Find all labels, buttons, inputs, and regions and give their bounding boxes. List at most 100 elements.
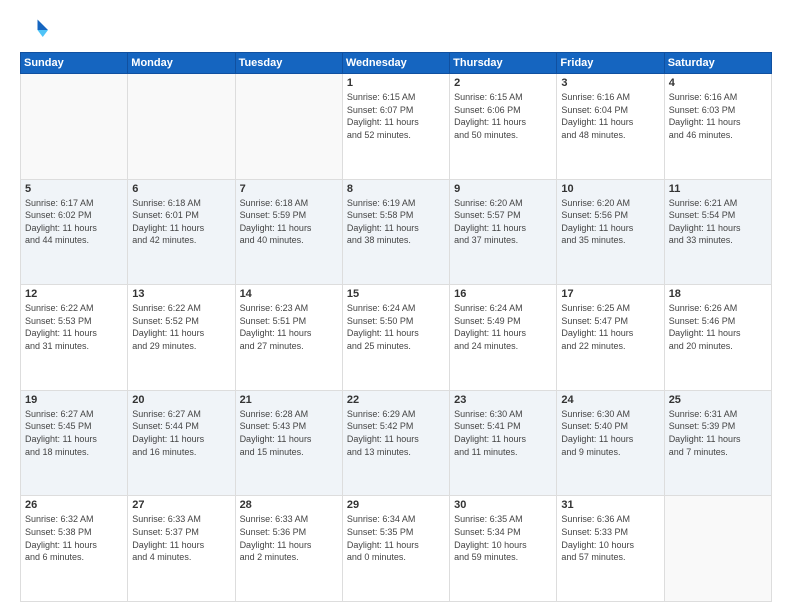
- day-info: Sunrise: 6:21 AM Sunset: 5:54 PM Dayligh…: [669, 197, 767, 247]
- day-cell: 5Sunrise: 6:17 AM Sunset: 6:02 PM Daylig…: [21, 179, 128, 285]
- day-info: Sunrise: 6:35 AM Sunset: 5:34 PM Dayligh…: [454, 513, 552, 563]
- day-cell: 14 Sunrise: 6:23 AM Sunset: 5:51 PM Dayli…: [235, 285, 342, 391]
- day-cell: 11 Sunrise: 6:21 AM Sunset: 5:54 PM Dayli…: [664, 179, 771, 285]
- day-cell: 30 Sunrise: 6:35 AM Sunset: 5:34 PM Dayli…: [450, 496, 557, 602]
- day-cell: 23Sunrise: 6:30 AM Sunset: 5:41 PM Dayli…: [450, 390, 557, 496]
- day-cell: 4 Sunrise: 6:16 AM Sunset: 6:03 PM Daylig…: [664, 74, 771, 180]
- day-info: Sunrise: 6:20 AM Sunset: 5:56 PM Dayligh…: [561, 197, 659, 247]
- day-number: 17: [561, 288, 659, 300]
- day-info: Sunrise: 6:30 AM Sunset: 5:40 PM Dayligh…: [561, 408, 659, 458]
- day-number: 24: [561, 394, 659, 406]
- day-info: Sunrise: 6:28 AM Sunset: 5:43 PM Dayligh…: [240, 408, 338, 458]
- day-info: Sunrise: 6:18 AM Sunset: 6:01 PM Dayligh…: [132, 197, 230, 247]
- day-cell: 9 Sunrise: 6:20 AM Sunset: 5:57 PM Daylig…: [450, 179, 557, 285]
- day-info: Sunrise: 6:30 AM Sunset: 5:41 PM Dayligh…: [454, 408, 552, 458]
- logo-icon: [20, 16, 48, 44]
- day-number: 6: [132, 183, 230, 195]
- day-number: 30: [454, 499, 552, 511]
- day-cell: [128, 74, 235, 180]
- day-number: 1: [347, 77, 445, 89]
- day-number: 26: [25, 499, 123, 511]
- day-number: 2: [454, 77, 552, 89]
- day-cell: 26 Sunrise: 6:32 AM Sunset: 5:38 PM Dayli…: [21, 496, 128, 602]
- day-number: 13: [132, 288, 230, 300]
- day-info: Sunrise: 6:20 AM Sunset: 5:57 PM Dayligh…: [454, 197, 552, 247]
- weekday-header-thursday: Thursday: [450, 53, 557, 74]
- day-cell: 10 Sunrise: 6:20 AM Sunset: 5:56 PM Dayli…: [557, 179, 664, 285]
- day-info: Sunrise: 6:18 AM Sunset: 5:59 PM Dayligh…: [240, 197, 338, 247]
- week-row-3: 12 Sunrise: 6:22 AM Sunset: 5:53 PM Dayli…: [21, 285, 772, 391]
- day-number: 21: [240, 394, 338, 406]
- day-cell: [21, 74, 128, 180]
- day-cell: 17 Sunrise: 6:25 AM Sunset: 5:47 PM Dayli…: [557, 285, 664, 391]
- day-cell: [664, 496, 771, 602]
- day-number: 15: [347, 288, 445, 300]
- day-cell: 19Sunrise: 6:27 AM Sunset: 5:45 PM Dayli…: [21, 390, 128, 496]
- day-cell: 3Sunrise: 6:16 AM Sunset: 6:04 PM Daylig…: [557, 74, 664, 180]
- day-info: Sunrise: 6:23 AM Sunset: 5:51 PM Dayligh…: [240, 302, 338, 352]
- page: SundayMondayTuesdayWednesdayThursdayFrid…: [0, 0, 792, 612]
- day-info: Sunrise: 6:27 AM Sunset: 5:44 PM Dayligh…: [132, 408, 230, 458]
- day-cell: 7 Sunrise: 6:18 AM Sunset: 5:59 PM Daylig…: [235, 179, 342, 285]
- day-cell: 24 Sunrise: 6:30 AM Sunset: 5:40 PM Dayli…: [557, 390, 664, 496]
- day-info: Sunrise: 6:25 AM Sunset: 5:47 PM Dayligh…: [561, 302, 659, 352]
- header: [20, 16, 772, 44]
- weekday-header-friday: Friday: [557, 53, 664, 74]
- day-cell: 27 Sunrise: 6:33 AM Sunset: 5:37 PM Dayli…: [128, 496, 235, 602]
- day-info: Sunrise: 6:15 AM Sunset: 6:07 PM Dayligh…: [347, 91, 445, 141]
- day-info: Sunrise: 6:22 AM Sunset: 5:52 PM Dayligh…: [132, 302, 230, 352]
- calendar-table: SundayMondayTuesdayWednesdayThursdayFrid…: [20, 52, 772, 602]
- day-number: 31: [561, 499, 659, 511]
- day-cell: 16Sunrise: 6:24 AM Sunset: 5:49 PM Dayli…: [450, 285, 557, 391]
- weekday-header-wednesday: Wednesday: [342, 53, 449, 74]
- day-info: Sunrise: 6:33 AM Sunset: 5:37 PM Dayligh…: [132, 513, 230, 563]
- day-number: 4: [669, 77, 767, 89]
- weekday-header-sunday: Sunday: [21, 53, 128, 74]
- day-number: 10: [561, 183, 659, 195]
- day-number: 29: [347, 499, 445, 511]
- weekday-header-monday: Monday: [128, 53, 235, 74]
- day-cell: 8 Sunrise: 6:19 AM Sunset: 5:58 PM Daylig…: [342, 179, 449, 285]
- day-info: Sunrise: 6:16 AM Sunset: 6:03 PM Dayligh…: [669, 91, 767, 141]
- day-cell: 18 Sunrise: 6:26 AM Sunset: 5:46 PM Dayli…: [664, 285, 771, 391]
- day-info: Sunrise: 6:34 AM Sunset: 5:35 PM Dayligh…: [347, 513, 445, 563]
- day-cell: 1 Sunrise: 6:15 AM Sunset: 6:07 PM Daylig…: [342, 74, 449, 180]
- day-cell: 13 Sunrise: 6:22 AM Sunset: 5:52 PM Dayli…: [128, 285, 235, 391]
- day-number: 11: [669, 183, 767, 195]
- day-number: 12: [25, 288, 123, 300]
- day-info: Sunrise: 6:19 AM Sunset: 5:58 PM Dayligh…: [347, 197, 445, 247]
- day-number: 14: [240, 288, 338, 300]
- day-number: 16: [454, 288, 552, 300]
- day-info: Sunrise: 6:26 AM Sunset: 5:46 PM Dayligh…: [669, 302, 767, 352]
- day-number: 22: [347, 394, 445, 406]
- day-cell: 6 Sunrise: 6:18 AM Sunset: 6:01 PM Daylig…: [128, 179, 235, 285]
- day-number: 9: [454, 183, 552, 195]
- day-info: Sunrise: 6:15 AM Sunset: 6:06 PM Dayligh…: [454, 91, 552, 141]
- day-cell: 12 Sunrise: 6:22 AM Sunset: 5:53 PM Dayli…: [21, 285, 128, 391]
- week-row-5: 26 Sunrise: 6:32 AM Sunset: 5:38 PM Dayli…: [21, 496, 772, 602]
- day-number: 18: [669, 288, 767, 300]
- day-info: Sunrise: 6:32 AM Sunset: 5:38 PM Dayligh…: [25, 513, 123, 563]
- day-cell: 2 Sunrise: 6:15 AM Sunset: 6:06 PM Daylig…: [450, 74, 557, 180]
- day-cell: 20Sunrise: 6:27 AM Sunset: 5:44 PM Dayli…: [128, 390, 235, 496]
- day-number: 8: [347, 183, 445, 195]
- day-info: Sunrise: 6:36 AM Sunset: 5:33 PM Dayligh…: [561, 513, 659, 563]
- day-number: 25: [669, 394, 767, 406]
- weekday-header-saturday: Saturday: [664, 53, 771, 74]
- day-info: Sunrise: 6:22 AM Sunset: 5:53 PM Dayligh…: [25, 302, 123, 352]
- day-cell: 28 Sunrise: 6:33 AM Sunset: 5:36 PM Dayli…: [235, 496, 342, 602]
- day-info: Sunrise: 6:29 AM Sunset: 5:42 PM Dayligh…: [347, 408, 445, 458]
- day-number: 28: [240, 499, 338, 511]
- day-number: 27: [132, 499, 230, 511]
- day-info: Sunrise: 6:33 AM Sunset: 5:36 PM Dayligh…: [240, 513, 338, 563]
- day-cell: [235, 74, 342, 180]
- weekday-header-tuesday: Tuesday: [235, 53, 342, 74]
- day-info: Sunrise: 6:31 AM Sunset: 5:39 PM Dayligh…: [669, 408, 767, 458]
- logo: [20, 16, 52, 44]
- day-number: 3: [561, 77, 659, 89]
- day-cell: 22 Sunrise: 6:29 AM Sunset: 5:42 PM Dayli…: [342, 390, 449, 496]
- day-cell: 25 Sunrise: 6:31 AM Sunset: 5:39 PM Dayli…: [664, 390, 771, 496]
- day-number: 7: [240, 183, 338, 195]
- weekday-header-row: SundayMondayTuesdayWednesdayThursdayFrid…: [21, 53, 772, 74]
- week-row-2: 5Sunrise: 6:17 AM Sunset: 6:02 PM Daylig…: [21, 179, 772, 285]
